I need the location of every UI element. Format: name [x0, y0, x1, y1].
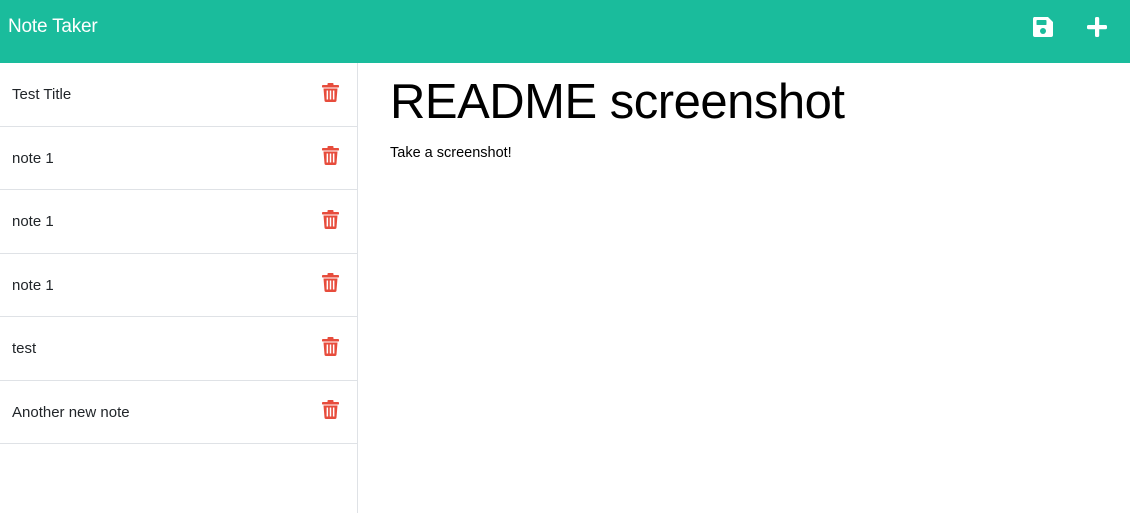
note-list-sidebar: Test Title note 1 note 1 note 1 test Ano…: [0, 63, 358, 513]
new-note-button[interactable]: [1084, 14, 1110, 40]
save-icon: [1032, 17, 1053, 37]
delete-note-button[interactable]: [321, 273, 339, 293]
navbar: Note Taker: [0, 0, 1130, 63]
app-title[interactable]: Note Taker: [8, 15, 98, 39]
plus-icon: [1087, 17, 1107, 37]
list-item[interactable]: note 1: [0, 127, 357, 190]
trash-icon: [321, 209, 339, 229]
note-title-input[interactable]: README screenshot: [390, 73, 845, 131]
delete-note-button[interactable]: [321, 146, 339, 166]
note-title: Test Title: [12, 86, 72, 103]
note-title: note 1: [12, 149, 54, 167]
note-title: test: [12, 340, 37, 357]
delete-note-button[interactable]: [321, 336, 339, 356]
note-list: Test Title note 1 note 1 note 1 test Ano…: [0, 63, 357, 444]
delete-note-button[interactable]: [321, 82, 339, 102]
delete-note-button[interactable]: [321, 209, 339, 229]
note-title: Another new note: [12, 403, 130, 421]
trash-icon: [321, 273, 339, 292]
list-item[interactable]: Another new note: [0, 381, 357, 444]
note-title: note 1: [12, 276, 54, 294]
note-text-area[interactable]: Take a screenshot!: [390, 143, 512, 163]
note-title: note 1: [12, 213, 54, 230]
list-item[interactable]: note 1: [0, 190, 357, 254]
trash-icon: [321, 146, 339, 165]
delete-note-button[interactable]: [321, 400, 339, 420]
note-editor: README screenshot Take a screenshot!: [358, 63, 1130, 513]
trash-icon: [321, 82, 339, 102]
save-note-button[interactable]: [1030, 14, 1056, 40]
trash-icon: [321, 400, 339, 419]
list-item[interactable]: test: [0, 317, 357, 381]
list-item[interactable]: note 1: [0, 254, 357, 317]
trash-icon: [321, 336, 339, 356]
list-item[interactable]: Test Title: [0, 63, 357, 127]
